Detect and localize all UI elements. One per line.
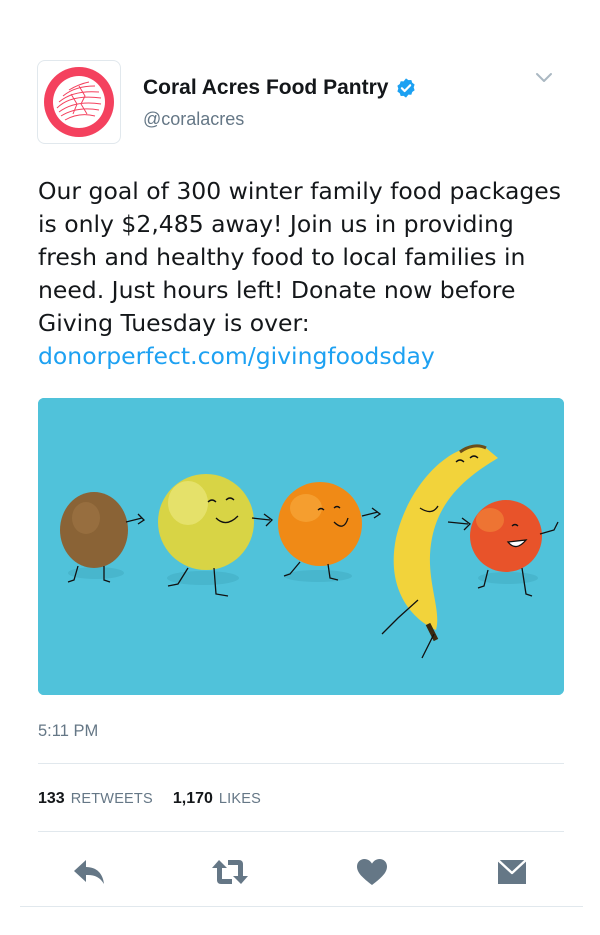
direct-message-icon (497, 859, 527, 884)
coral-ring-logo-icon (44, 67, 114, 137)
divider (38, 831, 564, 832)
divider (38, 763, 564, 764)
tweet-link[interactable]: donorperfect.com/givingfoodsday (38, 342, 435, 370)
retweet-icon (212, 860, 248, 884)
likes-count: 1,170 (172, 790, 213, 807)
tweet-text: Our goal of 300 winter family food packa… (38, 175, 573, 373)
tweet-stats: 133 RETWEETS 1,170 LIKES (38, 790, 261, 808)
verified-badge-icon (397, 78, 416, 98)
tweet-timestamp[interactable]: 5:11 PM (38, 722, 98, 741)
account-handle[interactable]: @coralacres (143, 109, 244, 130)
display-name[interactable]: Coral Acres Food Pantry (143, 76, 388, 100)
like-icon (357, 858, 387, 885)
retweets-count: 133 (38, 790, 65, 807)
likes-stat[interactable]: 1,170 LIKES (173, 790, 261, 808)
retweets-label: RETWEETS (70, 791, 153, 807)
reply-icon (74, 860, 104, 884)
tweet-body: Our goal of 300 winter family food packa… (38, 177, 561, 337)
like-button[interactable] (350, 850, 394, 894)
likes-label: LIKES (218, 791, 262, 807)
chevron-down-icon[interactable] (535, 72, 553, 84)
tweet-header: Coral Acres Food Pantry @coralacres (37, 60, 563, 150)
tweet-action-bar (0, 850, 600, 895)
retweets-stat[interactable]: 133 RETWEETS (38, 790, 153, 808)
reply-button[interactable] (67, 850, 111, 894)
direct-message-button[interactable] (490, 850, 534, 894)
fruit-photo-illustration (38, 398, 564, 695)
divider (20, 906, 583, 907)
avatar[interactable] (37, 60, 121, 144)
tweet-photo[interactable] (38, 398, 564, 695)
retweet-button[interactable] (208, 850, 252, 894)
